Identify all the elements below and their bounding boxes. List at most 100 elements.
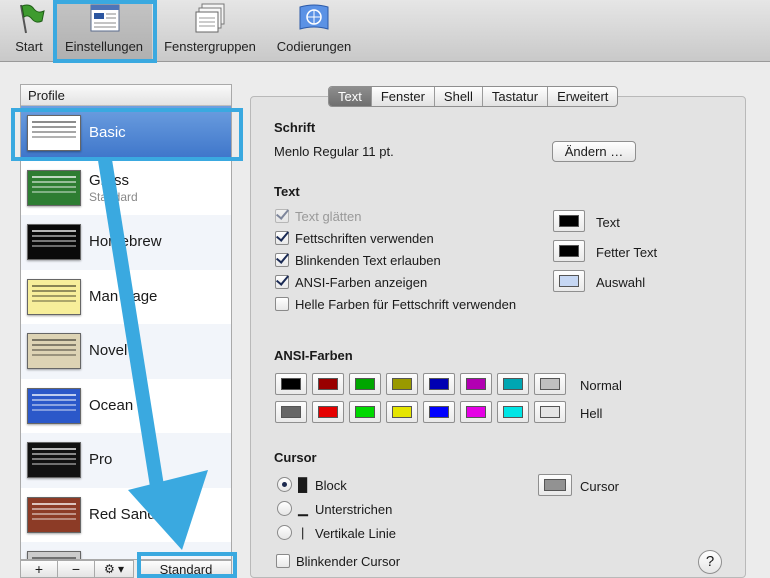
ansi-bright-color-swatch <box>392 406 412 418</box>
window-groups-icon <box>193 1 227 35</box>
gear-menu-button[interactable]: ⚙ ▾ <box>94 560 134 578</box>
bold-fonts-checkbox[interactable] <box>275 231 289 245</box>
toolbar-encodings-label: Codierungen <box>276 39 352 54</box>
ansi-bright-color-well[interactable] <box>423 401 455 423</box>
profile-text: Red Sands <box>89 506 163 524</box>
change-font-button[interactable]: Ändern … <box>552 141 636 162</box>
ansi-normal-label: Normal <box>580 378 622 393</box>
ansi-colors-checkbox[interactable] <box>275 275 289 289</box>
cursor-color-label: Cursor <box>580 479 620 494</box>
toolbar-window-groups[interactable]: Fenstergruppen <box>158 0 262 60</box>
smooth-text-checkbox[interactable] <box>275 209 289 223</box>
blink-cursor-checkbox[interactable] <box>276 554 290 568</box>
toolbar-start[interactable]: Start <box>8 0 50 60</box>
profile-thumbnail <box>27 278 81 315</box>
ansi-bright-color-well[interactable] <box>460 401 492 423</box>
profile-name: Grass <box>89 171 130 189</box>
ansi-normal-color-well[interactable] <box>460 373 492 395</box>
toolbar: Start Einstellungen Fenstergruppen Codie… <box>0 0 770 62</box>
ansi-bright-label: Hell <box>580 406 603 421</box>
profile-row[interactable]: Ocean <box>21 379 231 434</box>
profile-name: Ocean <box>89 396 134 414</box>
tab-window[interactable]: Fenster <box>372 87 435 106</box>
ansi-bright-color-well[interactable] <box>312 401 344 423</box>
ansi-normal-color-swatch <box>466 378 486 390</box>
ansi-normal-color-well[interactable] <box>423 373 455 395</box>
ansi-normal-color-well[interactable] <box>497 373 529 395</box>
ansi-bright-color-swatch <box>355 406 375 418</box>
toolbar-start-label: Start <box>15 39 43 54</box>
profiles-actions: + − ⚙ ▾ Standard <box>20 560 232 578</box>
tab-shell[interactable]: Shell <box>435 87 483 106</box>
add-profile-button[interactable]: + <box>20 560 58 578</box>
cursor-vertical-radio[interactable] <box>277 525 292 540</box>
ansi-normal-color-well[interactable] <box>275 373 307 395</box>
profile-name: Novel <box>89 342 128 360</box>
ansi-bright-color-swatch <box>466 406 486 418</box>
set-default-button[interactable]: Standard <box>140 560 232 578</box>
font-section-title: Schrift <box>274 120 316 135</box>
ansi-normal-color-well[interactable] <box>349 373 381 395</box>
profile-thumbnail <box>27 442 81 479</box>
bold-fonts-label: Fettschriften verwenden <box>295 231 434 246</box>
cursor-block-label: Block <box>315 478 347 493</box>
tab-keyboard[interactable]: Tastatur <box>483 87 549 106</box>
ansi-normal-color-well[interactable] <box>534 373 566 395</box>
profile-subtitle: Standard <box>89 189 138 204</box>
ansi-bright-color-well[interactable] <box>275 401 307 423</box>
cursor-vertical-glyph: | <box>301 525 305 540</box>
tab-text[interactable]: Text <box>329 87 372 106</box>
profile-row[interactable]: Pro <box>21 433 231 488</box>
settings-tabs: Text Fenster Shell Tastatur Erweitert <box>328 86 619 107</box>
cursor-color-well[interactable] <box>538 474 572 496</box>
profile-row[interactable]: Novel <box>21 324 231 379</box>
profile-row[interactable]: Basic <box>21 106 231 161</box>
ansi-normal-color-swatch <box>281 378 301 390</box>
settings-window-icon <box>87 1 121 35</box>
cursor-block-radio[interactable] <box>277 477 292 492</box>
help-button[interactable]: ? <box>698 550 722 574</box>
profile-row[interactable] <box>21 542 231 559</box>
cursor-vertical-label: Vertikale Linie <box>315 526 396 541</box>
profile-text: Homebrew <box>89 233 162 251</box>
ansi-normal-color-well[interactable] <box>312 373 344 395</box>
cursor-block-glyph: █ <box>298 477 308 492</box>
ansi-bright-color-swatch <box>318 406 338 418</box>
toolbar-encodings[interactable]: Codierungen <box>270 0 358 60</box>
profile-thumbnail <box>27 496 81 533</box>
toolbar-settings[interactable]: Einstellungen <box>56 0 152 60</box>
tab-advanced[interactable]: Erweitert <box>548 87 617 106</box>
profile-thumbnail <box>27 115 81 152</box>
selection-color-well[interactable] <box>553 270 585 292</box>
ansi-bright-color-well[interactable] <box>386 401 418 423</box>
ansi-bright-color-well[interactable] <box>534 401 566 423</box>
bright-bold-checkbox[interactable] <box>275 297 289 311</box>
cursor-underline-label: Unterstrichen <box>315 502 393 517</box>
ansi-normal-color-well[interactable] <box>386 373 418 395</box>
profile-row[interactable]: Grass Standard <box>21 161 231 216</box>
ansi-bright-color-well[interactable] <box>349 401 381 423</box>
bold-text-color-well[interactable] <box>553 240 585 262</box>
text-color-well[interactable] <box>553 210 585 232</box>
profile-row[interactable]: Man Page <box>21 270 231 325</box>
ansi-bright-color-well[interactable] <box>497 401 529 423</box>
ansi-normal-color-swatch <box>503 378 523 390</box>
profile-row[interactable]: Red Sands <box>21 488 231 543</box>
bright-bold-label: Helle Farben für Fettschrift verwenden <box>295 297 517 312</box>
flag-icon <box>12 1 46 35</box>
profile-text: Man Page <box>89 288 157 306</box>
blink-text-label: Blinkenden Text erlauben <box>295 253 441 268</box>
remove-profile-button[interactable]: − <box>57 560 95 578</box>
profile-text: Grass Standard <box>89 172 138 204</box>
profile-thumbnail <box>27 224 81 261</box>
toolbar-settings-label: Einstellungen <box>64 39 144 54</box>
profile-row[interactable]: Homebrew <box>21 215 231 270</box>
cursor-section-title: Cursor <box>274 450 317 465</box>
profile-text: Ocean <box>89 397 133 415</box>
blink-text-checkbox[interactable] <box>275 253 289 267</box>
ansi-normal-color-swatch <box>540 378 560 390</box>
smooth-text-label: Text glätten <box>295 209 362 224</box>
cursor-underline-radio[interactable] <box>277 501 292 516</box>
profile-text: Novel <box>89 342 127 360</box>
profiles-list[interactable]: Profile Basic Grass Standard Homebrew Man Pa… <box>20 84 232 560</box>
